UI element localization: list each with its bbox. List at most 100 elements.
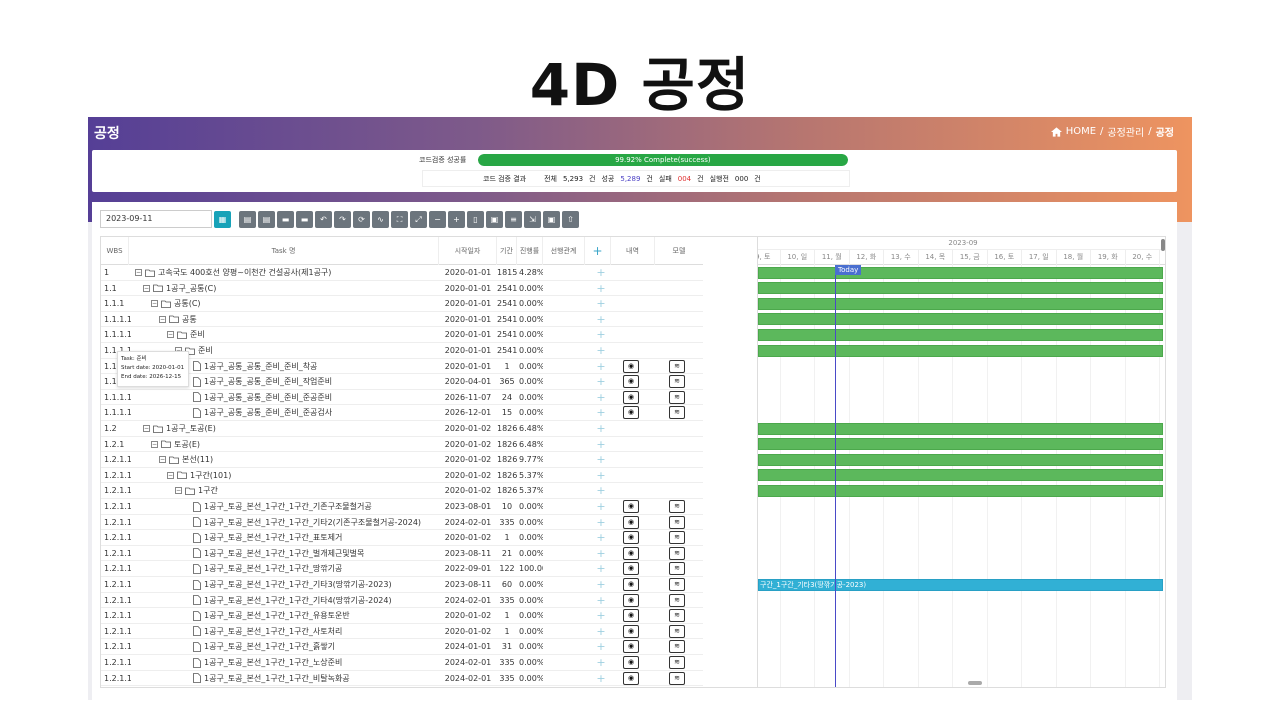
add-task-icon[interactable]: + xyxy=(585,237,611,265)
eye-icon[interactable]: ◉ xyxy=(623,515,639,529)
eye-icon[interactable]: ◉ xyxy=(623,671,639,685)
critical-path-icon[interactable]: ∿ xyxy=(372,210,389,228)
collapse-toggle-icon[interactable]: − xyxy=(151,440,158,448)
collapse-toggle-icon[interactable]: − xyxy=(143,425,150,432)
layers-icon[interactable]: ≋ xyxy=(669,546,685,560)
eye-icon[interactable]: ◉ xyxy=(623,359,639,373)
gantt-bar-active[interactable]: 구간_1구간_기타3(땅깎기공-2023) xyxy=(758,578,1163,591)
undo-icon[interactable]: ↶ xyxy=(315,210,332,228)
save-icon[interactable]: ▣ xyxy=(486,210,503,228)
row-add-icon[interactable]: + xyxy=(591,327,611,342)
table-row[interactable]: 1.2.1.1. − 1구간(101) 2020-01-02 18265.37% + xyxy=(101,468,703,484)
layers-icon[interactable]: ≋ xyxy=(669,624,685,638)
row-add-icon[interactable]: + xyxy=(591,546,611,561)
layers-icon[interactable]: ≋ xyxy=(669,640,685,654)
layers-icon[interactable]: ≋ xyxy=(669,656,685,669)
collapse-toggle-icon[interactable]: − xyxy=(167,331,174,339)
gantt-bar[interactable] xyxy=(758,344,1163,357)
gantt-bar[interactable] xyxy=(758,453,1163,466)
layers-icon[interactable]: ≋ xyxy=(669,593,685,607)
layers-icon[interactable]: ≋ xyxy=(669,390,685,404)
horizontal-scrollbar[interactable] xyxy=(968,681,982,685)
list-icon[interactable]: ≡ xyxy=(505,210,522,228)
col-model[interactable]: 모델 xyxy=(655,237,703,265)
row-add-icon[interactable]: + xyxy=(591,655,611,670)
collapse-toggle-icon[interactable]: − xyxy=(167,471,174,479)
collapse-toggle-icon[interactable]: − xyxy=(135,269,142,276)
layers-icon[interactable]: ≋ xyxy=(669,375,685,389)
zoom-in-icon[interactable]: + xyxy=(448,210,465,228)
row-add-icon[interactable]: + xyxy=(591,343,611,358)
eye-icon[interactable]: ◉ xyxy=(623,406,639,420)
row-add-icon[interactable]: + xyxy=(591,530,611,545)
row-add-icon[interactable]: + xyxy=(591,312,611,327)
gantt-bar[interactable] xyxy=(758,328,1163,341)
layers-icon[interactable]: ≋ xyxy=(669,406,685,420)
eye-icon[interactable]: ◉ xyxy=(623,640,639,654)
col-task[interactable]: Task 명 xyxy=(129,237,439,265)
fullscreen-icon[interactable]: ⤢ xyxy=(410,210,427,228)
table-row[interactable]: 1.2.1.1. 1공구_토공_본선_1구간_1구간_흙쌓기 2024-01-01 3… xyxy=(101,639,703,655)
zoom-out-icon[interactable]: − xyxy=(429,210,446,228)
table-row[interactable]: 1.2.1.1. 1공구_토공_본선_1구간_1구간_땅깎기공 2022-09-01… xyxy=(101,561,703,577)
table-row[interactable]: 1.2.1.1. 1공구_토공_본선_1구간_1구간_기타2(기존구조물철거공-2… xyxy=(101,515,703,531)
eye-icon[interactable]: ◉ xyxy=(623,390,639,404)
gantt-bar[interactable] xyxy=(758,266,1163,279)
home-icon[interactable] xyxy=(1050,126,1062,137)
eye-icon[interactable]: ◉ xyxy=(623,531,639,545)
table-row[interactable]: 1.2.1.1. 1공구_토공_본선_1구간_1구간_벌개제근및벌목 2023-08… xyxy=(101,546,703,562)
layers-icon[interactable]: ≋ xyxy=(669,500,685,513)
fit-icon[interactable]: ⛶ xyxy=(391,210,408,228)
gantt-bar[interactable] xyxy=(758,282,1163,295)
table-row[interactable]: 1.2.1.1. 1공구_토공_본선_1구간_1구간_유용토운반 2020-01-0… xyxy=(101,608,703,624)
row-add-icon[interactable]: + xyxy=(591,390,611,405)
eye-icon[interactable]: ◉ xyxy=(623,546,639,560)
refresh-icon[interactable]: ⟳ xyxy=(353,210,370,228)
table-row[interactable]: 1.2 − 1공구_토공(E) 2020-01-02 1826 6.48% + xyxy=(101,421,703,437)
col-duration[interactable]: 기간 xyxy=(497,237,517,265)
layers-icon[interactable]: ≋ xyxy=(669,609,685,623)
row-add-icon[interactable]: + xyxy=(591,593,611,608)
eye-icon[interactable]: ◉ xyxy=(623,500,639,513)
eye-icon[interactable]: ◉ xyxy=(623,562,639,576)
row-add-icon[interactable]: + xyxy=(591,624,611,639)
upload-icon[interactable]: ⇧ xyxy=(562,210,579,228)
row-add-icon[interactable]: + xyxy=(591,468,611,483)
gantt-bar[interactable] xyxy=(758,469,1163,482)
table-row[interactable]: 1.1.1.1.1 1공구_공통_공통_준비_준비_준공검사 2026-12-01 1… xyxy=(101,405,703,421)
row-add-icon[interactable]: + xyxy=(591,483,611,498)
row-add-icon[interactable]: + xyxy=(591,671,611,686)
col-start[interactable]: 시작일자 xyxy=(439,237,497,265)
calendar-icon[interactable]: ▦ xyxy=(214,210,231,228)
layers-icon[interactable]: ≋ xyxy=(669,531,685,545)
eye-icon[interactable]: ◉ xyxy=(623,609,639,623)
row-add-icon[interactable]: + xyxy=(591,359,611,374)
row-add-icon[interactable]: + xyxy=(591,437,611,452)
row-add-icon[interactable]: + xyxy=(591,608,611,623)
folder-icon[interactable]: ▬ xyxy=(277,210,294,228)
row-add-icon[interactable]: + xyxy=(591,515,611,530)
layers-icon[interactable]: ≋ xyxy=(669,515,685,529)
vertical-scrollbar[interactable] xyxy=(1161,239,1165,251)
row-add-icon[interactable]: + xyxy=(591,561,611,576)
image-icon[interactable]: ▣ xyxy=(543,210,560,228)
table-row[interactable]: 1.1. 1공구_공통_공통_준비_준비_착공 2020-01-01 1 0.00% + ◉… xyxy=(101,359,703,375)
col-progress[interactable]: 진행률 xyxy=(517,237,543,265)
row-add-icon[interactable]: + xyxy=(591,296,611,311)
redo-icon[interactable]: ↷ xyxy=(334,210,351,228)
file-icon[interactable]: ▯ xyxy=(467,210,484,228)
table-row[interactable]: 1.1.1.1 − 공통 2020-01-01 2541 0.00% + xyxy=(101,312,703,328)
breadcrumb-home[interactable]: HOME xyxy=(1066,126,1096,137)
collapse-toggle-icon[interactable]: − xyxy=(151,300,158,308)
table-row[interactable]: 1.2.1.1. 1공구_토공_본선_1구간_1구간_비탈녹화공 2024-02-0… xyxy=(101,671,703,687)
row-add-icon[interactable]: + xyxy=(591,421,611,436)
export-icon[interactable]: ⇲ xyxy=(524,210,541,228)
table-row[interactable]: 1.2.1.1 − 본선(11) 2020-01-02 1826 9.77% + xyxy=(101,452,703,468)
table-row[interactable]: 1.2.1.1. 1공구_토공_본선_1구간_1구간_기타4(땅깎기공-2024)… xyxy=(101,593,703,609)
table-row[interactable]: 1.1.1.1.1 1공구_공통_공통_준비_준비_준공준비 2026-11-07 2… xyxy=(101,390,703,406)
row-add-icon[interactable]: + xyxy=(591,639,611,654)
col-predecessor[interactable]: 선행관계 xyxy=(543,237,585,265)
table-row[interactable]: 1.1. 1공구_공통_공통_준비_준비_작업준비 2020-04-01 365 0.0… xyxy=(101,374,703,390)
gantt-bar[interactable] xyxy=(758,313,1163,326)
layers-icon[interactable]: ≋ xyxy=(669,671,685,685)
